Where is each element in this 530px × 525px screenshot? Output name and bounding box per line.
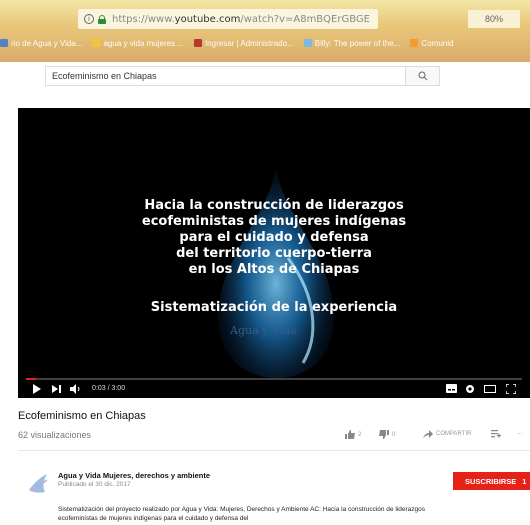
time-display: 0:03 / 3:00 [92,385,126,392]
theater-mode-icon[interactable] [484,385,496,393]
overlay-line: del territorio cuerpo-tierra [176,246,372,261]
progress-fill [26,378,36,380]
publish-date: Publicado el 30 dic. 2017 [58,481,131,488]
overlay-subtitle: Sistematización de la experiencia [150,300,398,315]
address-bar[interactable]: i https://www.youtube.com/watch?v=A8mBQE… [78,9,378,29]
subscribe-button[interactable]: SUSCRIBIRSE 1 [453,472,530,490]
bookmark-item[interactable]: agua y vida mujeres ... [92,39,184,48]
add-to-playlist-button[interactable] [491,430,501,438]
video-title: Ecofeminismo en Chiapas [18,410,146,422]
search-value: Ecofeminismo en Chiapas [52,71,157,81]
bookmarks-bar: rio de Agua y Vida... agua y vida mujere… [0,34,530,52]
share-arrow-icon [423,430,433,438]
bookmark-item[interactable]: Comunid [410,39,453,48]
bookmark-icon [0,39,8,47]
volume-icon[interactable] [70,384,82,394]
overlay-line: ecofeministas de mujeres indígenas [141,214,407,229]
dislike-button[interactable]: 0 [379,430,395,439]
settings-gear-icon[interactable] [465,384,475,394]
like-count: 2 [358,431,362,438]
subscribe-label: SUSCRIBIRSE [465,476,517,486]
subscriber-count: 1 [522,476,527,486]
bookmark-item[interactable]: Billy: The power of the... [303,39,400,48]
info-icon[interactable]: i [84,14,94,24]
play-icon[interactable] [32,384,42,394]
fullscreen-icon[interactable] [506,384,516,394]
more-label: ... [517,430,523,436]
bookmark-icon [193,39,202,47]
video-watermark: Agua y Vida [230,324,297,337]
playlist-add-icon [491,430,501,438]
next-icon[interactable] [52,385,61,393]
overlay-line: en los Altos de Chiapas [188,262,360,277]
subtitles-icon[interactable] [446,384,457,393]
search-button[interactable] [405,66,440,86]
channel-avatar[interactable] [25,470,51,496]
dislike-count: 0 [392,431,396,438]
bookmark-icon [410,39,419,47]
bookmark-icon [303,39,312,47]
view-count: 62 visualizaciones [18,430,92,440]
section-divider [18,450,530,451]
thumbs-up-icon [345,430,355,439]
lock-icon [98,14,106,24]
more-actions-button[interactable]: ... [517,430,522,436]
progress-bar[interactable] [26,378,522,380]
share-label: COMPARTIR [436,431,472,437]
video-actions: 2 0 COMPARTIR ... [345,428,530,442]
bookmark-item[interactable]: rio de Agua y Vida... [0,39,82,48]
thumbs-down-icon [379,430,389,439]
video-player[interactable]: Hacia la construcción de liderazgos ecof… [18,108,530,398]
video-description: Sistematización del proyecto realizado p… [58,506,425,522]
zoom-level[interactable]: 80% [468,10,520,28]
bookmark-item[interactable]: Ingresar | Administrado... [193,39,294,48]
overlay-line: Hacia la construcción de liderazgos [144,198,404,213]
url-text: https://www.youtube.com/watch?v=A8mBQErG… [112,13,370,25]
overlay-line: para el cuidado y defensa [179,230,369,245]
share-button[interactable]: COMPARTIR [423,430,471,438]
channel-name[interactable]: Agua y Vida Mujeres, derechos y ambiente [58,471,210,480]
bookmark-icon [92,39,101,47]
search-input[interactable]: Ecofeminismo en Chiapas [45,66,440,86]
search-icon [418,71,427,81]
like-button[interactable]: 2 [345,430,361,439]
